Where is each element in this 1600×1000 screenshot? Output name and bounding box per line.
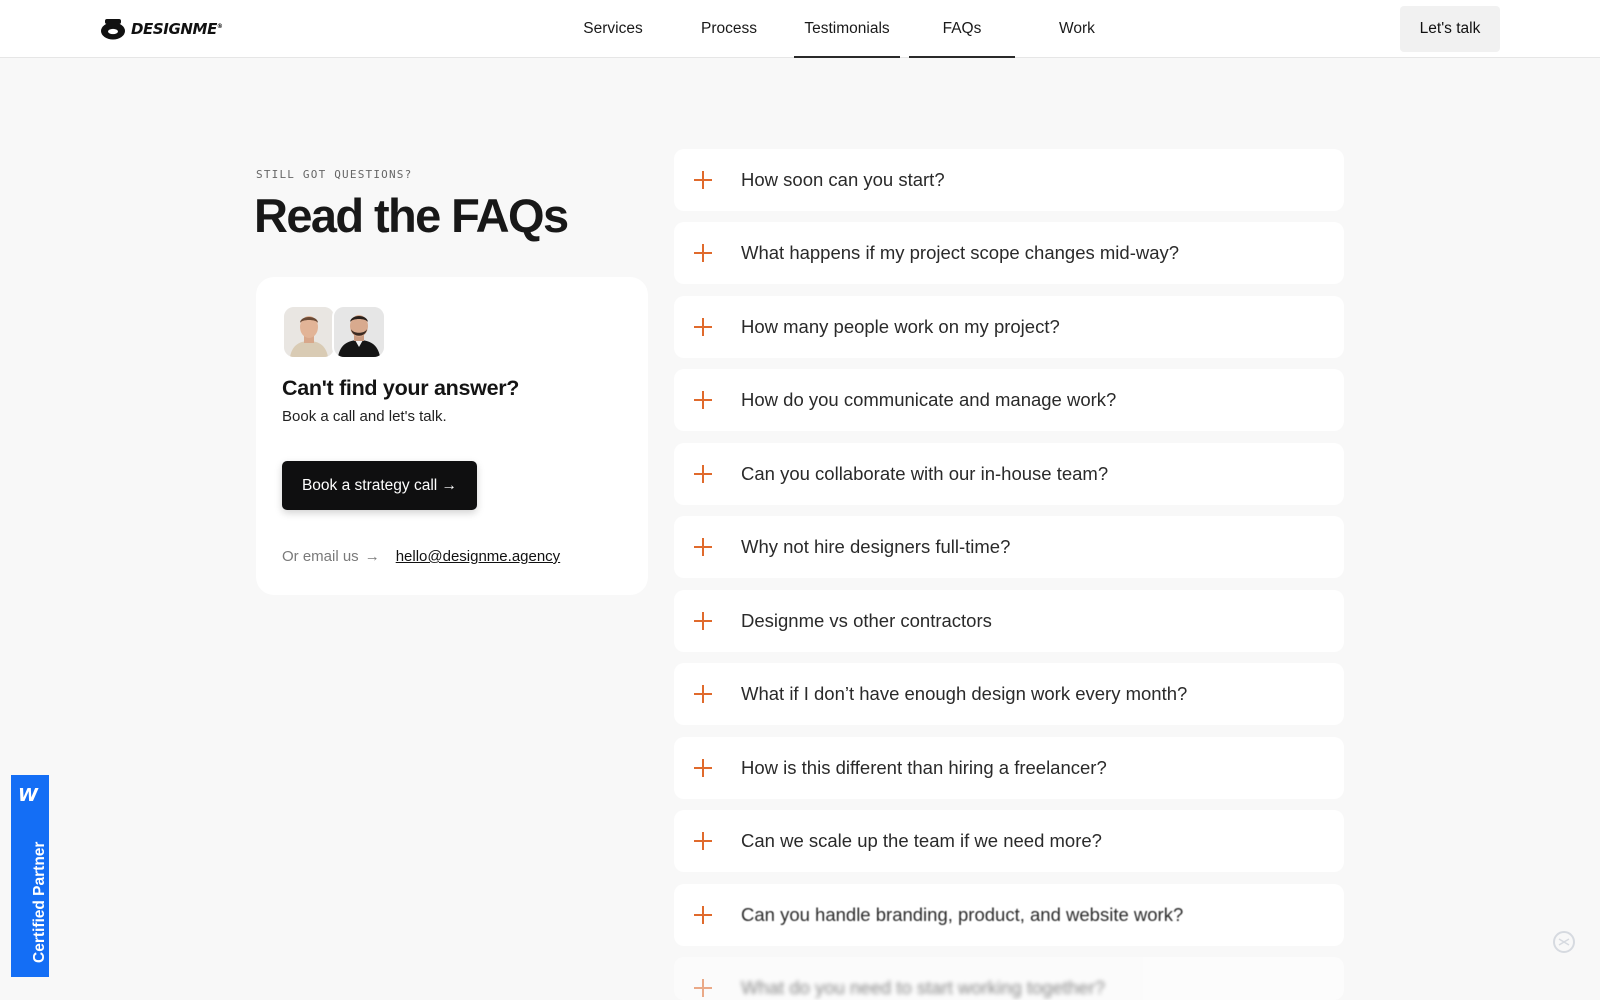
faq-item[interactable]: How soon can you start? — [674, 149, 1344, 211]
nav-testimonials[interactable]: Testimonials — [794, 0, 900, 58]
plus-icon — [694, 758, 714, 778]
plus-icon — [694, 464, 714, 484]
lets-talk-button[interactable]: Let's talk — [1400, 6, 1500, 52]
contact-card: Can't find your answer? Book a call and … — [256, 277, 648, 595]
plus-icon — [694, 537, 714, 557]
nav-work[interactable]: Work — [1024, 0, 1130, 58]
section-eyebrow: STILL GOT QUESTIONS? — [256, 168, 413, 181]
email-prefix: Or email us — [282, 548, 359, 565]
arrow-right-icon: → — [364, 548, 380, 565]
badge-label: Certified Partner — [31, 841, 48, 963]
faq-item[interactable]: How do you communicate and manage work? — [674, 369, 1344, 431]
faq-item[interactable]: What if I don’t have enough design work … — [674, 663, 1344, 725]
top-nav-bar: DESIGNME® Services Process Testimonials … — [0, 0, 1600, 58]
nav-label: Work — [1059, 20, 1095, 37]
book-strategy-call-button[interactable]: Book a strategy call → — [282, 461, 477, 510]
avatar — [332, 305, 386, 359]
floating-widget-icon[interactable] — [1552, 930, 1576, 954]
faq-question: What if I don’t have enough design work … — [741, 683, 1188, 704]
nav-faqs[interactable]: FAQs — [909, 0, 1015, 58]
person-portrait-icon — [334, 307, 384, 357]
faq-question: Why not hire designers full-time? — [741, 536, 1011, 557]
faq-question: Can you handle branding, product, and we… — [741, 904, 1184, 925]
faq-question: How soon can you start? — [741, 169, 945, 190]
faq-question: How do you communicate and manage work? — [741, 389, 1117, 410]
email-link[interactable]: hello@designme.agency — [396, 548, 561, 565]
logo-wordmark: DESIGNME® — [131, 20, 223, 38]
plus-icon — [694, 243, 714, 263]
page-title: Read the FAQs — [254, 189, 569, 242]
nav-label: FAQs — [942, 20, 982, 37]
faq-item[interactable]: What do you need to start working togeth… — [674, 957, 1344, 1000]
faq-item[interactable]: How is this different than hiring a free… — [674, 737, 1344, 799]
nav-label: Process — [701, 20, 757, 37]
person-portrait-icon — [284, 307, 334, 357]
plus-icon — [694, 170, 714, 190]
faq-question: What happens if my project scope changes… — [741, 242, 1180, 263]
faq-question: Can we scale up the team if we need more… — [741, 830, 1102, 851]
nav-process[interactable]: Process — [676, 0, 782, 58]
faq-question: Designme vs other contractors — [741, 610, 992, 631]
plus-icon — [694, 684, 714, 704]
faq-item[interactable]: Can you collaborate with our in-house te… — [674, 443, 1344, 505]
faq-item[interactable]: What happens if my project scope changes… — [674, 222, 1344, 284]
faq-item[interactable]: Why not hire designers full-time? — [674, 516, 1344, 578]
avatar — [282, 305, 336, 359]
plus-icon — [694, 831, 714, 851]
designme-logo[interactable]: DESIGNME® — [100, 18, 223, 40]
faq-question: How is this different than hiring a free… — [741, 757, 1107, 778]
nav-services[interactable]: Services — [560, 0, 666, 58]
plus-icon — [694, 905, 714, 925]
email-row: Or email us → hello@designme.agency — [282, 548, 560, 565]
faq-item[interactable]: Designme vs other contractors — [674, 590, 1344, 652]
card-title: Can't find your answer? — [282, 376, 520, 400]
faq-item[interactable]: Can we scale up the team if we need more… — [674, 810, 1344, 872]
faq-item[interactable]: Can you handle branding, product, and we… — [674, 884, 1344, 946]
faq-question: How many people work on my project? — [741, 316, 1060, 337]
faq-question: Can you collaborate with our in-house te… — [741, 463, 1109, 484]
webflow-logo-icon: W — [18, 785, 38, 806]
plus-icon — [694, 611, 714, 631]
faq-item[interactable]: How many people work on my project? — [674, 296, 1344, 358]
team-avatars — [282, 305, 386, 361]
card-subtitle: Book a call and let's talk. — [282, 408, 447, 425]
plus-icon — [694, 978, 714, 998]
nav-label: Services — [583, 20, 643, 37]
logo-mark-icon — [101, 19, 125, 40]
plus-icon — [694, 390, 714, 410]
plus-icon — [694, 317, 714, 337]
nav-label: Testimonials — [804, 20, 890, 37]
faq-question: What do you need to start working togeth… — [741, 977, 1106, 998]
certified-partner-badge[interactable]: W Certified Partner — [11, 775, 49, 977]
